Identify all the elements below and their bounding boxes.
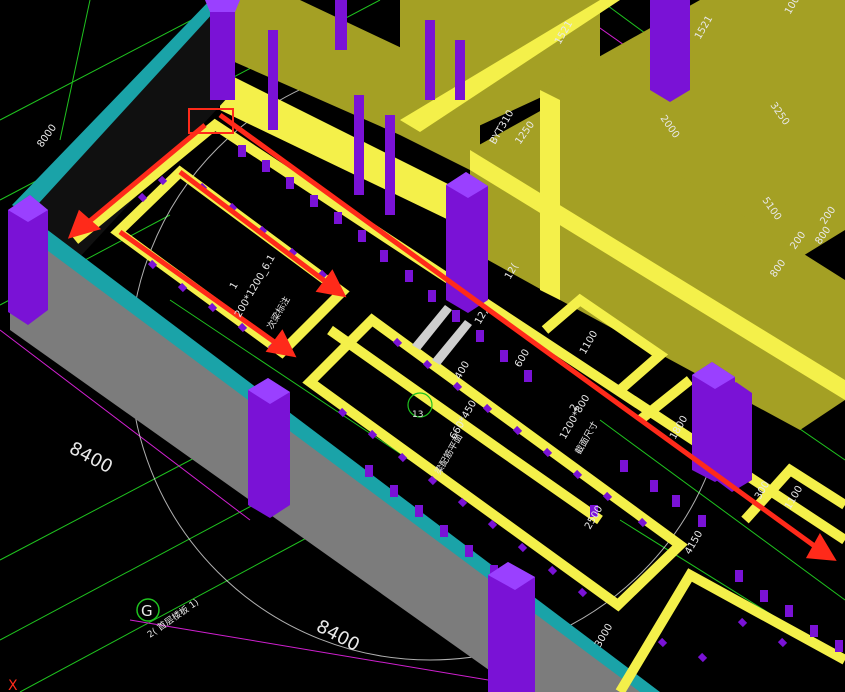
axis-bubble-13-label: 13 — [412, 410, 423, 420]
dim-600: 600 — [513, 347, 532, 369]
annotation-floor: 2( 首层楼板 1) — [145, 596, 201, 640]
dim-8400-left: 8400 — [66, 438, 116, 478]
column-left-edge[interactable] — [8, 195, 48, 325]
model-canvas[interactable]: 8400 8400 8000 100 2000 1250 5100 200 20… — [0, 0, 845, 692]
dim-400: 400 — [453, 359, 472, 381]
column-mid-wall[interactable] — [248, 378, 290, 518]
column-lower-wall[interactable] — [488, 562, 535, 692]
dim-1100-a: 1100 — [578, 329, 600, 357]
cad-viewport[interactable]: 8400 8400 8000 100 2000 1250 5100 200 20… — [0, 0, 845, 692]
column-top-right[interactable] — [650, 0, 690, 102]
dim-3000: 3000 — [593, 622, 615, 650]
beam-label-9: 1 — [228, 280, 241, 291]
axis-bubble-label: G — [141, 602, 153, 620]
dim-8000: 8000 — [35, 123, 59, 150]
beam-right-box-2[interactable] — [636, 376, 694, 424]
annotation-plan: 梁配筋平面 — [432, 432, 465, 477]
annotation-secondary: 次梁标注 — [264, 294, 292, 331]
dim-4150: 4150 — [683, 529, 705, 557]
dim-8400-bottom: 8400 — [313, 616, 363, 656]
ucs-axis-x: X — [8, 678, 18, 692]
axis-bubble-g[interactable]: G — [136, 598, 160, 622]
upper-slab-group[interactable] — [210, 0, 845, 430]
column-top-left[interactable] — [205, 0, 240, 100]
